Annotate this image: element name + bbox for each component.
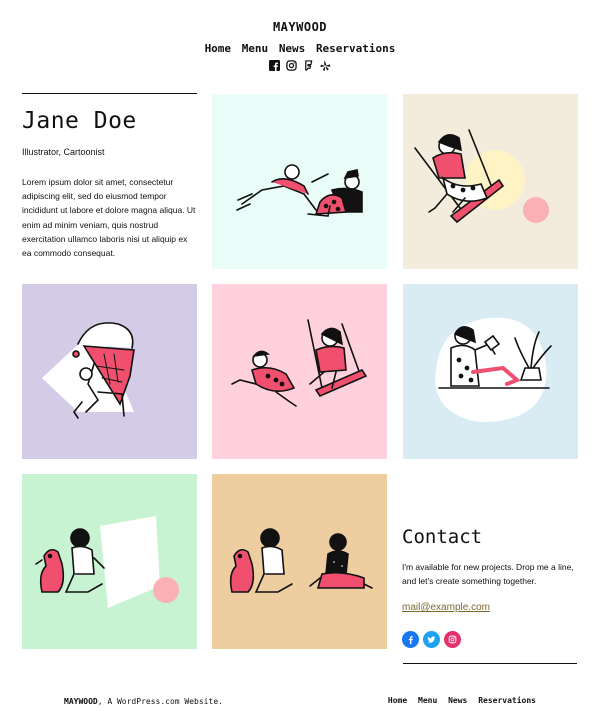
footer-site-name[interactable]: MAYWOOD [64,697,98,706]
site-header: MAYWOOD Home Menu News Reservations [0,0,600,80]
gallery-tile-6[interactable] [22,474,197,649]
instagram-icon[interactable] [444,631,461,648]
pink-dot [153,577,179,603]
foursquare-icon[interactable] [303,58,314,71]
contact-email-link[interactable]: mail@example.com [402,602,490,613]
nav-item-reservations[interactable]: Reservations [316,42,395,55]
facebook-icon[interactable] [402,631,419,648]
footer-tagline: , A WordPress.com Website. [97,697,223,706]
pink-dot [523,197,549,223]
facebook-icon[interactable] [269,58,280,71]
nav-item-home[interactable]: Home [205,42,232,55]
gallery-tile-4[interactable] [212,284,387,459]
gallery-tile-7[interactable] [212,474,387,649]
contact-text: I'm available for new projects. Drop me … [402,562,574,586]
tile-1-background [212,94,387,269]
artist-role: Illustrator, Cartoonist [22,147,105,157]
gallery-tile-5[interactable] [403,284,578,459]
primary-nav: Home Menu News Reservations [0,42,600,55]
footer-nav-home[interactable]: Home [388,696,407,705]
intro-divider [22,93,197,94]
contact-title: Contact [402,526,483,548]
site-title[interactable]: MAYWOOD [0,20,600,34]
gallery-tile-1[interactable] [212,94,387,269]
twitter-icon[interactable] [423,631,440,648]
gallery-tile-3[interactable] [22,284,197,459]
contact-social-links [402,631,461,648]
header-social-links [0,58,600,71]
artist-name: Jane Doe [22,108,137,134]
artist-bio: Lorem ipsum dolor sit amet, consectetur … [22,177,196,259]
footer-nav-reservations[interactable]: Reservations [478,696,536,705]
footer-nav: Home Menu News Reservations [382,696,536,705]
footer-credit: MAYWOOD, A WordPress.com Website. [64,697,223,706]
contact-divider [403,663,577,664]
gallery-tile-2[interactable] [403,94,578,269]
nav-item-menu[interactable]: Menu [242,42,269,55]
instagram-icon[interactable] [286,58,297,71]
footer-nav-menu[interactable]: Menu [418,696,437,705]
nav-item-news[interactable]: News [279,42,306,55]
yelp-icon[interactable] [320,58,331,71]
footer-nav-news[interactable]: News [448,696,467,705]
